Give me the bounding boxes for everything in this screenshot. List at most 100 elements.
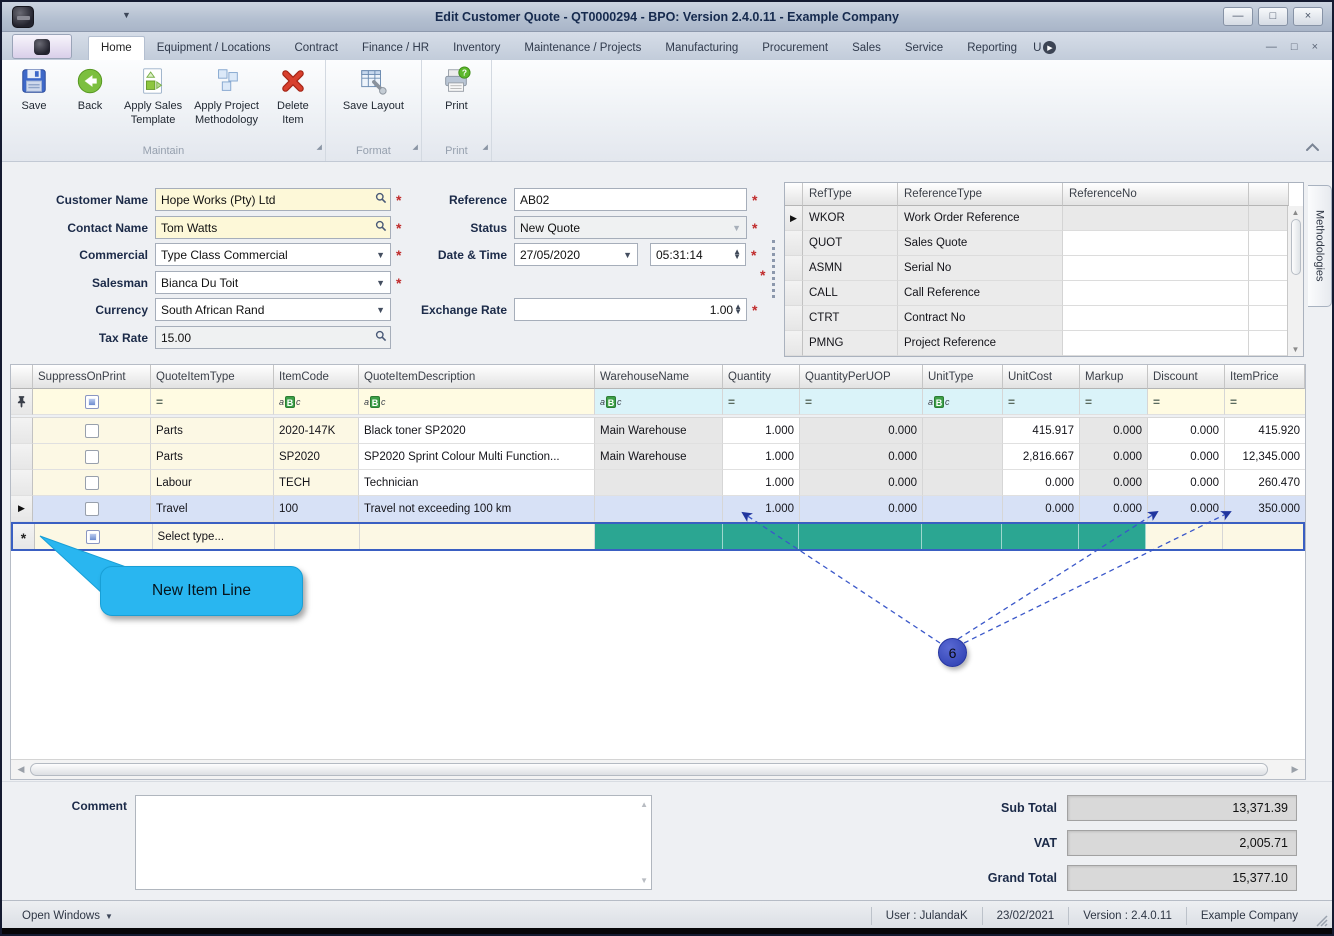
cell-quantity[interactable]: 1.000 (723, 418, 800, 444)
ref-cell[interactable]: CALL (803, 281, 898, 306)
chevron-down-icon[interactable]: ▼ (374, 305, 387, 315)
tab-inventory[interactable]: Inventory (441, 37, 512, 60)
tab-methodologies[interactable]: Methodologies (1308, 185, 1332, 307)
dialog-launcher-icon[interactable]: ◢ (317, 139, 322, 157)
cell-unittype[interactable] (923, 496, 1003, 522)
table-row[interactable]: Labour TECH Technician 1.000 0.000 0.000… (11, 470, 1305, 496)
currency-value[interactable] (161, 303, 374, 317)
ref-cell[interactable]: QUOT (803, 231, 898, 256)
cell-itemcode[interactable]: SP2020 (274, 444, 359, 470)
filter-itemprice[interactable]: = (1225, 389, 1305, 415)
date-input[interactable] (520, 248, 621, 262)
cell-description[interactable]: Travel not exceeding 100 km (359, 496, 595, 522)
collapse-ribbon-icon[interactable] (1305, 139, 1320, 157)
scroll-down-icon[interactable]: ▼ (640, 876, 648, 885)
salesman-value[interactable] (161, 276, 374, 290)
ref-cell[interactable]: Call Reference (898, 281, 1063, 306)
suppress-checkbox[interactable] (85, 450, 99, 464)
ref-col-reftype[interactable]: RefType (803, 183, 898, 206)
cell-warehouse[interactable] (595, 470, 723, 496)
date-picker[interactable]: ▼ (514, 243, 638, 266)
apply-sales-template-button[interactable]: Apply SalesTemplate (118, 64, 188, 128)
col-header-unittype[interactable]: UnitType (923, 365, 1003, 389)
ref-cell[interactable]: Serial No (898, 256, 1063, 281)
cell-warehouse[interactable] (595, 524, 723, 549)
resize-grip-icon[interactable] (1314, 913, 1328, 927)
cell-unittype[interactable] (923, 418, 1003, 444)
exchange-rate-spinner[interactable]: ▲▼ (514, 298, 747, 321)
splitter-handle[interactable] (772, 240, 775, 298)
cell-unitcost[interactable]: 0.000 (1003, 496, 1080, 522)
ref-cell[interactable] (1063, 331, 1249, 356)
cell-itemcode[interactable]: 2020-147K (274, 418, 359, 444)
cell-quoteitemtype[interactable]: Travel (151, 496, 274, 522)
cell-markup[interactable]: 0.000 (1080, 470, 1148, 496)
ref-row[interactable]: CTRT Contract No (785, 306, 1303, 331)
minimize-button[interactable]: — (1223, 7, 1253, 26)
cell-discount[interactable]: 0.000 (1148, 496, 1225, 522)
ref-col-referenceno[interactable]: ReferenceNo (1063, 183, 1249, 206)
tab-reporting[interactable]: Reporting (955, 37, 1029, 60)
scroll-right-icon[interactable]: ▶ (1288, 764, 1302, 775)
spinner-arrows-icon[interactable]: ▲▼ (732, 250, 742, 259)
new-item-row[interactable]: * Select type... (11, 522, 1305, 551)
tab-scroll-icon[interactable]: ▶ (1043, 41, 1056, 54)
suppress-checkbox[interactable] (85, 476, 99, 490)
comment-field[interactable]: ▲ ▼ (135, 795, 652, 890)
ref-cell[interactable]: CTRT (803, 306, 898, 331)
contact-name-field[interactable] (155, 216, 391, 239)
filter-unitcost[interactable]: = (1003, 389, 1080, 415)
filter-quantity[interactable]: = (723, 389, 800, 415)
tab-overflow[interactable]: U ▶ (1029, 36, 1060, 60)
table-row[interactable]: Parts 2020-147K Black toner SP2020 Main … (11, 418, 1305, 444)
save-layout-button[interactable]: Save Layout (337, 64, 410, 114)
search-icon[interactable] (375, 219, 387, 237)
ref-cell[interactable]: PMNG (803, 331, 898, 356)
ref-row[interactable]: PMNG Project Reference (785, 331, 1303, 356)
delete-item-button[interactable]: DeleteItem (265, 64, 321, 128)
filter-itemcode[interactable]: aBc (274, 389, 359, 415)
cell-itemcode[interactable]: 100 (274, 496, 359, 522)
apply-project-methodology-button[interactable]: Apply ProjectMethodology (188, 64, 265, 128)
tab-equipment-locations[interactable]: Equipment / Locations (145, 37, 283, 60)
cell-discount[interactable]: 0.000 (1148, 444, 1225, 470)
horizontal-scrollbar[interactable]: ◀ ▶ (11, 759, 1305, 779)
cell-quoteitemtype[interactable]: Parts (151, 418, 274, 444)
cell-quoteitemtype[interactable]: Labour (151, 470, 274, 496)
mdi-close-button[interactable]: × (1312, 41, 1318, 53)
cell-unitcost[interactable] (1002, 524, 1079, 549)
indeterminate-checkbox[interactable] (85, 395, 99, 409)
cell-unitcost[interactable]: 0.000 (1003, 470, 1080, 496)
filter-markup[interactable]: = (1080, 389, 1148, 415)
cell-itemprice[interactable]: 12,345.000 (1225, 444, 1305, 470)
cell-itemcode[interactable] (275, 524, 360, 549)
cell-itemprice[interactable]: 350.000 (1225, 496, 1305, 522)
cell-unittype[interactable] (922, 524, 1002, 549)
table-row[interactable]: Parts SP2020 SP2020 Sprint Colour Multi … (11, 444, 1305, 470)
cell-warehouse[interactable]: Main Warehouse (595, 444, 723, 470)
tab-contract[interactable]: Contract (282, 37, 349, 60)
scrollbar-thumb[interactable] (30, 763, 1268, 776)
save-button[interactable]: Save (6, 64, 62, 114)
cell-unitcost[interactable]: 415.917 (1003, 418, 1080, 444)
cell-discount[interactable]: 0.000 (1148, 418, 1225, 444)
chevron-down-icon[interactable]: ▼ (621, 250, 634, 260)
col-header-quantityperuop[interactable]: QuantityPerUOP (800, 365, 923, 389)
customer-name-field[interactable] (155, 188, 391, 211)
cell-discount[interactable]: 0.000 (1148, 470, 1225, 496)
filter-quantityperuop[interactable]: = (800, 389, 923, 415)
col-header-suppressonprint[interactable]: SuppressOnPrint (33, 365, 151, 389)
commercial-dropdown[interactable]: ▼ (155, 243, 391, 266)
filter-suppressonprint[interactable] (33, 389, 151, 415)
col-header-quoteitemtype[interactable]: QuoteItemType (151, 365, 274, 389)
suppress-checkbox[interactable] (86, 530, 100, 544)
cell-itemcode[interactable]: TECH (274, 470, 359, 496)
chevron-down-icon[interactable]: ▼ (374, 278, 387, 288)
cell-quantityperuop[interactable]: 0.000 (800, 418, 923, 444)
ref-cell[interactable]: Work Order Reference (898, 206, 1063, 231)
cell-description[interactable]: Black toner SP2020 (359, 418, 595, 444)
cell-description[interactable]: SP2020 Sprint Colour Multi Function... (359, 444, 595, 470)
tab-finance-hr[interactable]: Finance / HR (350, 37, 441, 60)
cell-itemprice[interactable]: 260.470 (1225, 470, 1305, 496)
dialog-launcher-icon[interactable]: ◢ (413, 139, 418, 157)
